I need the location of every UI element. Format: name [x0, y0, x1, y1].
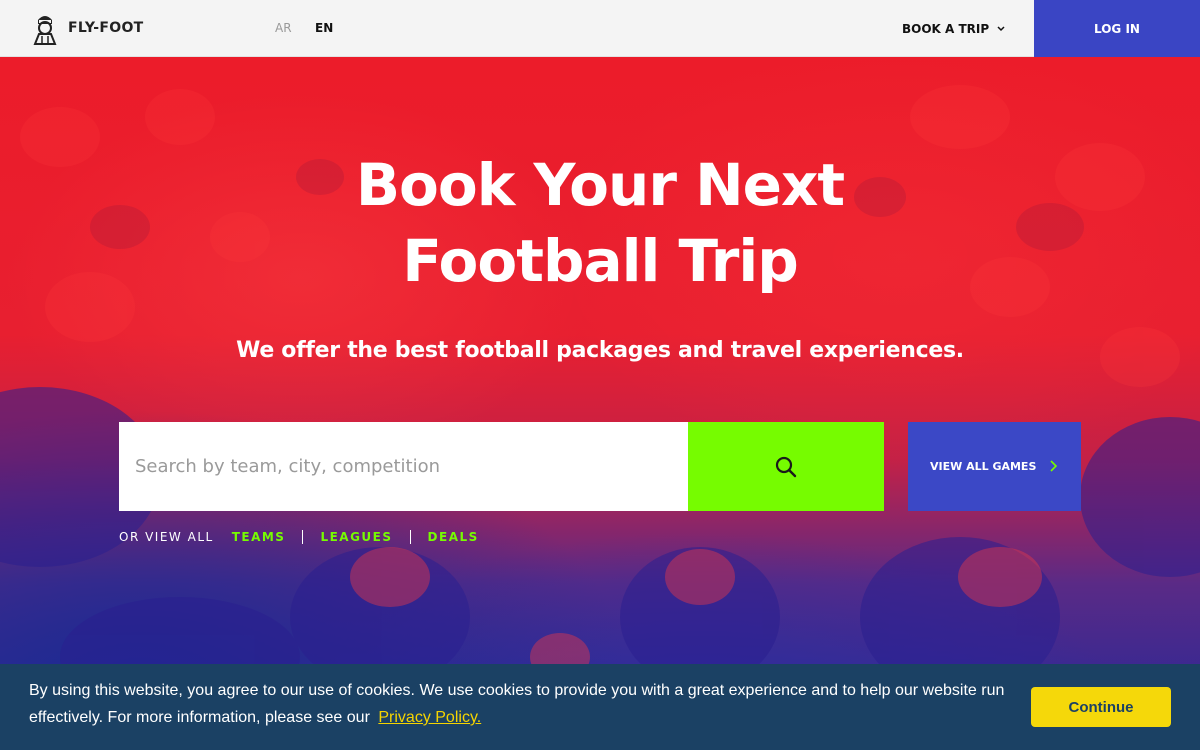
- chevron-down-icon: [997, 26, 1005, 32]
- continue-button[interactable]: Continue: [1031, 687, 1171, 727]
- search-icon: [775, 456, 797, 477]
- login-button[interactable]: LOG IN: [1034, 0, 1200, 57]
- chevron-right-icon: [1050, 460, 1058, 472]
- book-a-trip-label: BOOK A TRIP: [902, 22, 990, 36]
- hero-title: Book Your Next Football Trip: [0, 147, 1200, 299]
- site-header: FLY-FOOT AR EN BOOK A TRIP LOG IN: [0, 0, 1200, 57]
- language-en[interactable]: EN: [315, 21, 333, 35]
- hero-title-line-2: Football Trip: [402, 227, 799, 295]
- book-a-trip-menu[interactable]: BOOK A TRIP: [902, 22, 1005, 36]
- hero-subtitle: We offer the best football packages and …: [236, 338, 964, 363]
- cookie-message: By using this website, you agree to our …: [29, 677, 1019, 731]
- brand-logo[interactable]: FLY-FOOT: [30, 10, 144, 46]
- view-all-links: OR VIEW ALL TEAMS LEAGUES DEALS: [119, 530, 479, 544]
- mascot-logo-icon: [33, 16, 57, 45]
- link-divider: [409, 530, 411, 544]
- links-prefix: OR VIEW ALL: [119, 530, 214, 544]
- view-all-games-label: VIEW ALL GAMES: [930, 460, 1037, 473]
- link-leagues[interactable]: LEAGUES: [320, 530, 392, 544]
- cookie-text: By using this website, you agree to our …: [29, 682, 1005, 726]
- view-all-games-button[interactable]: VIEW ALL GAMES: [908, 422, 1081, 511]
- search-input[interactable]: [119, 422, 688, 511]
- link-teams[interactable]: TEAMS: [232, 530, 286, 544]
- privacy-policy-link[interactable]: Privacy Policy.: [378, 709, 481, 726]
- hero-section: Book Your Next Football Trip We offer th…: [0, 57, 1200, 750]
- link-divider: [302, 530, 304, 544]
- search-button[interactable]: [688, 422, 884, 511]
- brand-name: FLY-FOOT: [68, 20, 144, 36]
- hero-title-line-1: Book Your Next: [355, 151, 845, 219]
- language-ar[interactable]: AR: [275, 21, 292, 35]
- link-deals[interactable]: DEALS: [428, 530, 479, 544]
